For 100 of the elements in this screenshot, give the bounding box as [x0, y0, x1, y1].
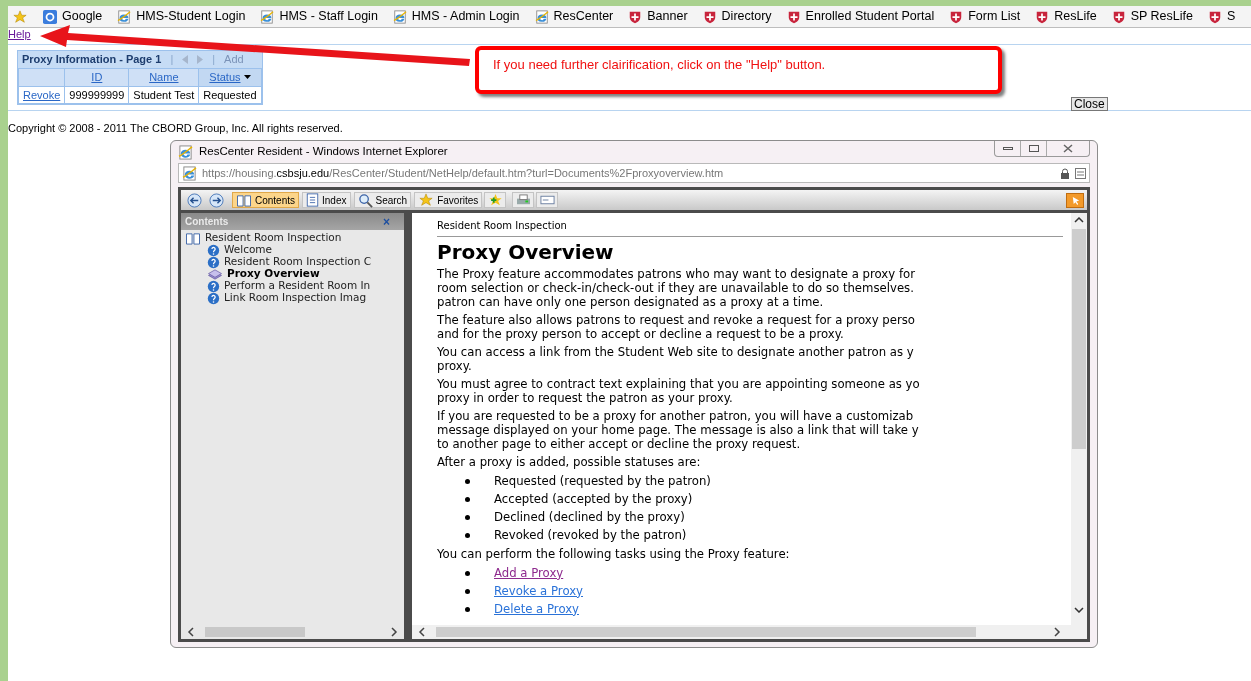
scroll-up-icon: [1074, 217, 1084, 223]
help-topic-icon: [207, 243, 220, 257]
paragraph-line: You can perform the following tasks using the Proxy feature:: [437, 546, 791, 561]
open-page-icon: [207, 267, 223, 281]
paragraph-line: proxy.: [437, 358, 473, 373]
list-item: Declined (declined by the proxy): [494, 508, 685, 526]
bookmark-link[interactable]: ResCenter: [553, 7, 614, 26]
separator: |: [212, 52, 216, 68]
paragraph-line: The feature also allows patrons to request and revoke a request for a proxy perso: [437, 312, 916, 327]
paragraph-line: message displayed on your home page. The message is also a link that will take y: [437, 422, 920, 437]
browser-page-icon: [534, 9, 549, 24]
paragraph-line: and for the proxy person to accept or decline a request to be a proxy.: [437, 326, 845, 341]
shield-icon: [786, 9, 801, 24]
compatibility-icon: [1075, 167, 1086, 179]
bookmark-link[interactable]: Banner: [647, 7, 688, 26]
task-link[interactable]: Delete a Proxy: [494, 600, 579, 619]
sort-caret-icon[interactable]: [243, 75, 251, 80]
toolbar-tab[interactable]: Contents: [232, 192, 300, 208]
page-heading: Proxy Overview: [437, 239, 615, 264]
star-plus-icon: [487, 193, 503, 207]
help-link[interactable]: Help: [8, 28, 1251, 40]
separator: |: [170, 52, 174, 68]
star-icon: [418, 193, 435, 207]
horizontal-scrollbar[interactable]: [412, 625, 1087, 639]
pointer-icon: [1070, 195, 1080, 205]
browser-page-icon: [392, 9, 407, 24]
browser-page-icon: [178, 144, 193, 160]
shield-icon: [1207, 9, 1222, 24]
breadcrumb-text: Resident Room Inspection: [437, 220, 567, 231]
toolbar-tab[interactable]: Search: [353, 192, 412, 208]
list-item: Revoked (revoked by the patron): [494, 526, 687, 544]
close-button[interactable]: Close: [1071, 97, 1108, 111]
paragraph-line: If you are requested to be a proxy for another patron, you will have a customizab: [437, 408, 915, 423]
scroll-left-icon[interactable]: [187, 627, 195, 637]
callout-box: If you need further clairification, click on the "Help" button.: [475, 46, 1002, 94]
paragraph-line: room selection or check-in/check-out if they are unavailable to do so themselves.: [437, 280, 915, 295]
search-icon: [357, 192, 373, 208]
window-title: ResCenter Resident - Windows Internet Explorer: [199, 144, 448, 160]
paragraph-line: After a proxy is added, possible statuses are:: [437, 454, 702, 469]
column-header-link[interactable]: Status: [209, 69, 241, 86]
column-header-link[interactable]: ID: [91, 69, 103, 86]
sidebar-title: Contents: [185, 215, 229, 229]
task-link[interactable]: Revoke a Proxy: [494, 582, 583, 601]
bookmark-link[interactable]: Enrolled Student Portal: [805, 7, 935, 26]
copyright-text: Copyright © 2008 - 2011 The CBORD Group, Inc. All rights reserved.: [8, 121, 344, 135]
paragraph-line: You must agree to contract text explaining that you are appointing someone as yo: [437, 376, 921, 391]
bookmark-link[interactable]: ResLife: [1054, 7, 1097, 26]
vertical-scrollbar[interactable]: [1071, 213, 1087, 625]
help-topic-icon: [207, 291, 220, 305]
sync-button[interactable]: [1066, 192, 1084, 208]
document-icon: [306, 193, 320, 207]
table-cell: Requested: [203, 88, 257, 101]
close-icon: [1063, 144, 1073, 153]
toolbar-tab[interactable]: Index: [302, 192, 351, 208]
list-item: Requested (requested by the patron): [494, 472, 711, 490]
bookmark-link[interactable]: S: [1226, 7, 1236, 26]
column-header-link[interactable]: Name: [149, 69, 179, 86]
paragraph-line: proxy in order to request the patron as your proxy.: [437, 390, 733, 405]
task-link[interactable]: Add a Proxy: [494, 564, 564, 583]
book-icon: [236, 193, 252, 207]
forward-button[interactable]: [206, 192, 226, 208]
scroll-left-icon[interactable]: [418, 627, 426, 637]
bookmark-link[interactable]: SP ResLife: [1130, 7, 1193, 26]
bookmark-link[interactable]: HMS-Student Login: [136, 7, 246, 26]
bookmark-link[interactable]: HMS - Admin Login: [411, 7, 520, 26]
shield-icon: [702, 9, 717, 24]
paragraph-line: to another page to either accept or decline the proxy request.: [437, 436, 802, 451]
paragraph-line: You can access a link from the Student Web site to designate another patron as y: [437, 344, 915, 359]
scroll-down-icon: [1074, 607, 1084, 613]
bookmark-link[interactable]: Form List: [968, 7, 1021, 26]
url-text: https://housing.csbsju.edu/ResCenter/Student/NetHelp/default.htm?turl=Documents%2Fproxyoverview.htm: [202, 165, 724, 181]
toolbar-tab[interactable]: Favorites: [414, 192, 483, 208]
bookmark-link[interactable]: HMS - Staff Login: [279, 7, 378, 26]
scroll-right-icon[interactable]: [390, 627, 398, 637]
lock-icon: [1060, 167, 1070, 179]
help-topic-icon: [207, 255, 220, 269]
paragraph-line: The Proxy feature accommodates patrons who may want to designate a proxy for: [437, 266, 916, 281]
list-item: Accepted (accepted by the proxy): [494, 490, 693, 508]
table-cell: 999999999: [69, 88, 125, 101]
bookmark-link[interactable]: Directory: [721, 7, 772, 26]
favorites-star-icon: [12, 9, 28, 24]
add-favorite-button[interactable]: [484, 192, 507, 208]
book-icon: [185, 231, 201, 245]
shield-icon: [1035, 9, 1050, 24]
bookmark-link[interactable]: Google: [62, 7, 103, 26]
shield-icon: [628, 9, 643, 24]
paragraph-line: patron can have only one person designated as a proxy at a time.: [437, 294, 825, 309]
table-title: Proxy Information - Page 1: [22, 52, 162, 68]
scroll-right-icon[interactable]: [1053, 627, 1061, 637]
shield-icon: [1111, 9, 1126, 24]
printer-icon: [515, 193, 531, 207]
envelope-icon: [539, 195, 555, 205]
browser-page-icon: [117, 9, 132, 24]
table-cell: Student Test: [133, 88, 195, 101]
email-button[interactable]: [536, 192, 559, 208]
google-icon: [43, 9, 57, 24]
shield-icon: [949, 9, 964, 24]
print-button[interactable]: [512, 192, 535, 208]
browser-page-icon: [260, 9, 275, 24]
back-button[interactable]: [184, 192, 204, 208]
